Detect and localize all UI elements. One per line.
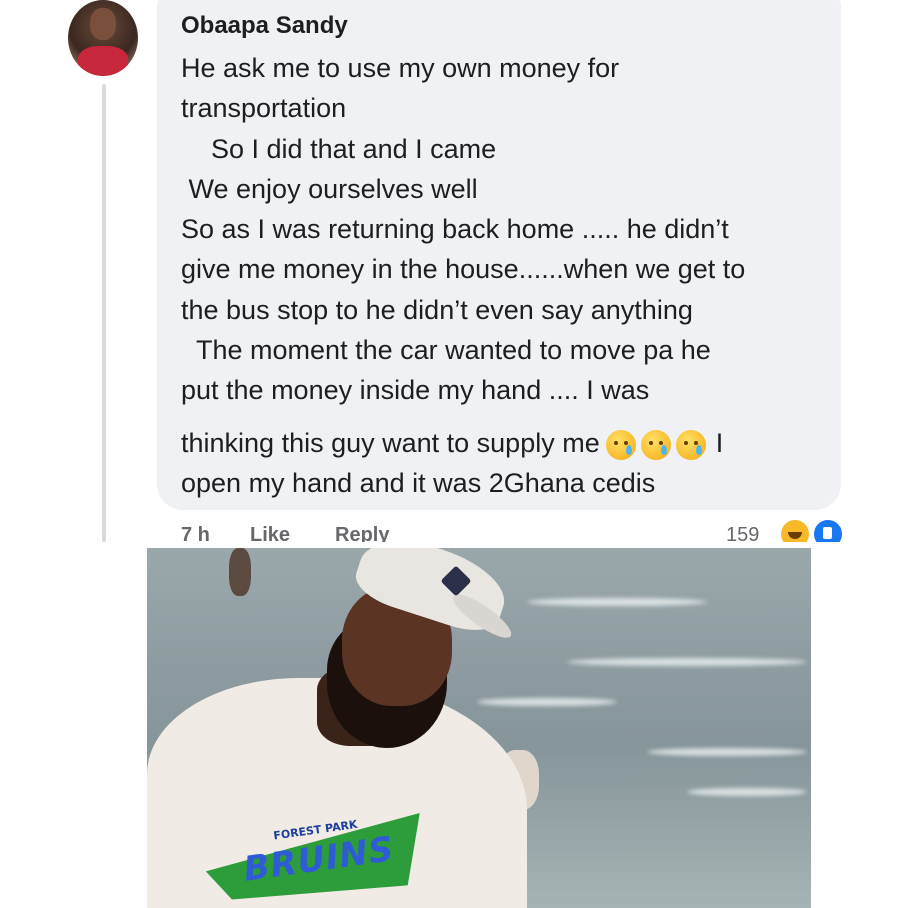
wave — [687, 788, 807, 796]
comment-line: transportation — [181, 93, 347, 124]
comment-actions: 7 h Like Reply 159 — [0, 524, 908, 542]
comment-line: put the money inside my hand .... I was — [181, 375, 650, 406]
reaction-count[interactable]: 159 — [726, 524, 759, 542]
beach-photo: FOREST PARK BRUINS — [147, 548, 811, 908]
comment-line: So as I was returning back home ..... he… — [181, 214, 729, 245]
background-person — [229, 548, 251, 596]
comment-line: The moment the car wanted to move pa he — [181, 335, 711, 366]
comment-body: He ask me to use my own money for transp… — [181, 48, 831, 503]
wave — [477, 698, 617, 706]
like-reaction-icon[interactable] — [812, 518, 844, 542]
comment-line: open my hand and it was 2Ghana cedis — [181, 467, 656, 498]
crying-face-icon — [640, 429, 671, 460]
crying-face-icon — [605, 429, 636, 460]
like-button[interactable]: Like — [250, 524, 290, 542]
comment-time[interactable]: 7 h — [181, 524, 210, 542]
crying-face-icon — [675, 429, 706, 460]
emoji-group — [605, 429, 706, 460]
thread-line — [102, 84, 106, 542]
wave — [527, 598, 707, 606]
comment-line: give me money in the house......when we … — [181, 254, 746, 285]
wave — [567, 658, 807, 666]
comment-author[interactable]: Obaapa Sandy — [181, 12, 348, 40]
comment-line: He ask me to use my own money for — [181, 53, 620, 83]
comment-line: So I did that and I came — [181, 133, 497, 164]
haha-reaction-icon[interactable] — [779, 518, 811, 542]
avatar[interactable] — [68, 0, 138, 76]
reply-button[interactable]: Reply — [335, 524, 389, 542]
comment-line: We enjoy ourselves well — [181, 173, 478, 204]
comment-line: thinking this guy want to supply me I — [181, 427, 724, 460]
wave — [647, 748, 807, 756]
avatar-face — [90, 8, 116, 40]
comment-screenshot: Obaapa Sandy He ask me to use my own mon… — [0, 0, 908, 542]
comment-line: the bus stop to he didn’t even say anyth… — [181, 294, 693, 325]
avatar-shirt — [78, 46, 128, 76]
